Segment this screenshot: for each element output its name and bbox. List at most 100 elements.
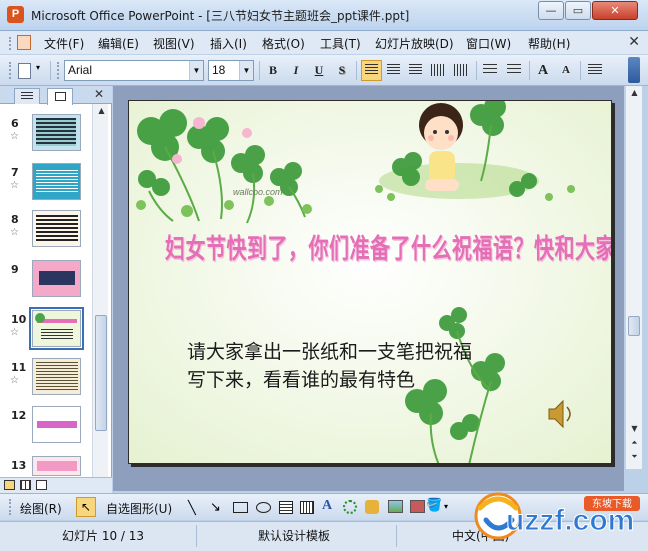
oval-icon[interactable] (256, 502, 271, 513)
toolbar-grip-icon (9, 62, 12, 79)
align-right-icon[interactable] (409, 64, 422, 76)
slide-scrollbar[interactable]: ▲ ▼ ⏶ ⏷ (625, 86, 642, 469)
chevron-down-icon[interactable]: ▼ (189, 61, 203, 80)
chevron-down-icon[interactable]: ▼ (239, 61, 253, 80)
menu-file[interactable]: 文件(F) (44, 35, 84, 52)
previous-slide-icon[interactable]: ⏶ (626, 436, 643, 450)
menu-insert[interactable]: 插入(I) (210, 35, 247, 52)
picture-icon[interactable] (388, 500, 403, 513)
fill-color-icon[interactable]: 🪣 (426, 498, 442, 513)
scrollbar-thumb[interactable] (95, 315, 107, 431)
toolbar-options-icon[interactable] (628, 57, 640, 83)
new-document-icon[interactable] (18, 63, 31, 79)
scroll-up-icon[interactable]: ▲ (626, 86, 643, 100)
design-template-status: 默认设计模板 (258, 529, 331, 543)
slide-icon (54, 92, 66, 101)
draw-menu-button[interactable]: 绘图(R) (20, 500, 62, 517)
scroll-down-icon[interactable]: ▼ (626, 422, 643, 436)
new-dropdown-icon[interactable]: ▾ (36, 63, 40, 72)
thumbnail-row[interactable]: 10 ☆ (0, 307, 92, 358)
image-icon[interactable] (410, 500, 425, 513)
scroll-up-icon[interactable]: ▲ (93, 104, 110, 118)
thumbnail-row[interactable]: 11 ☆ (0, 358, 92, 406)
slide-thumbnail[interactable] (32, 114, 81, 151)
scrollbar-thumb[interactable] (628, 316, 640, 336)
slide-thumbnail-selected[interactable] (29, 307, 84, 350)
underline-button[interactable]: U (310, 61, 328, 80)
restore-button[interactable]: ▭ (565, 1, 591, 20)
italic-button[interactable]: I (287, 61, 305, 80)
panel-scrollbar[interactable]: ▲ ▼ (92, 104, 108, 493)
select-arrow-icon[interactable]: ↖ (76, 497, 96, 517)
thumbnail-row[interactable]: 8 ☆ (0, 210, 92, 258)
autoshapes-menu-button[interactable]: 自选图形(U) (106, 500, 172, 517)
document-icon[interactable] (17, 35, 31, 50)
increase-indent-icon[interactable] (588, 64, 602, 76)
animation-star-icon: ☆ (10, 375, 19, 386)
slide-thumbnail[interactable] (32, 406, 81, 443)
animation-star-icon: ☆ (10, 131, 19, 142)
slide-number: 9 (11, 263, 19, 276)
slide-headline[interactable]: 妇女节快到了，你们准备了什么祝福语？快和大家分享吧！ (165, 227, 611, 266)
slide-thumbnail[interactable] (32, 358, 81, 395)
slide-number: 6 (11, 117, 19, 130)
slideshow-view-icon[interactable] (36, 480, 47, 490)
rectangle-icon[interactable] (233, 502, 248, 513)
menu-format[interactable]: 格式(O) (262, 35, 305, 52)
slide-thumbnail[interactable] (32, 456, 81, 476)
next-slide-icon[interactable]: ⏷ (626, 450, 643, 464)
menu-slideshow[interactable]: 幻灯片放映(D) (375, 35, 454, 52)
status-divider (196, 525, 197, 547)
minimize-button[interactable]: — (538, 1, 564, 20)
font-size-select[interactable]: 18 ▼ (208, 60, 254, 81)
decrease-font-button[interactable]: A (557, 61, 575, 80)
current-slide[interactable]: wallcoo.com 妇女节快到了，你们准备了什么祝福语？快和大家分享吧！ 请… (128, 100, 612, 464)
increase-font-button[interactable]: A (534, 61, 552, 80)
window-title: Microsoft Office PowerPoint - [三八节妇女节主题班… (31, 9, 410, 23)
close-document-icon[interactable]: ✕ (628, 34, 640, 50)
numbering-icon[interactable] (483, 64, 497, 76)
toolbar-grip-icon (57, 62, 60, 79)
slide-sorter-view-icon[interactable] (20, 480, 31, 490)
shadow-button[interactable]: S (333, 61, 351, 80)
slide-thumbnail[interactable] (32, 210, 81, 247)
textbox-icon[interactable] (279, 501, 293, 514)
tab-slides[interactable] (47, 88, 73, 105)
powerpoint-app-icon[interactable]: P (7, 6, 24, 23)
slide-body-line2[interactable]: 写下来，看看谁的最有特色 (187, 365, 415, 392)
normal-view-icon[interactable] (4, 480, 15, 490)
menu-edit[interactable]: 编辑(E) (98, 35, 139, 52)
slide-thumbnail[interactable] (32, 260, 81, 297)
line-icon[interactable]: ╲ (188, 501, 196, 516)
vertical-textbox-icon[interactable] (300, 501, 314, 514)
align-center-icon[interactable] (387, 64, 400, 76)
diagram-icon[interactable] (343, 500, 357, 514)
distributed-align-icon[interactable] (431, 64, 444, 76)
slide-number: 12 (11, 409, 27, 422)
thumbnail-row[interactable]: 7 ☆ (0, 163, 92, 211)
bullets-icon[interactable] (507, 64, 521, 76)
fill-dropdown-icon[interactable]: ▾ (444, 502, 448, 511)
vertical-text-icon[interactable] (454, 64, 468, 76)
bold-button[interactable]: B (264, 61, 282, 80)
wordart-icon[interactable]: A (322, 498, 332, 514)
panel-close-icon[interactable]: ✕ (94, 87, 104, 101)
thumbnail-row[interactable]: 6 ☆ (0, 114, 92, 162)
align-left-lines-icon (365, 64, 378, 76)
menu-view[interactable]: 视图(V) (153, 35, 195, 52)
arrow-icon[interactable]: ↘ (210, 500, 221, 515)
menu-tools[interactable]: 工具(T) (320, 35, 361, 52)
menu-help[interactable]: 帮助(H) (528, 35, 570, 52)
slide-number: 7 (11, 166, 19, 179)
close-button[interactable]: ✕ (592, 1, 638, 20)
menu-bar: 文件(F) 编辑(E) 视图(V) 插入(I) 格式(O) 工具(T) 幻灯片放… (0, 31, 648, 55)
clipart-icon[interactable] (365, 500, 379, 514)
tab-outline[interactable] (14, 88, 40, 104)
slide-thumbnail[interactable] (32, 163, 81, 200)
font-name-select[interactable]: Arial ▼ (64, 60, 204, 81)
thumbnail-row[interactable]: 12 (0, 406, 92, 454)
slide-body-line1[interactable]: 请大家拿出一张纸和一支笔把祝福 (187, 337, 472, 364)
thumbnail-row[interactable]: 9 (0, 260, 92, 308)
wallpaper-watermark: wallcoo.com (233, 187, 283, 197)
menu-window[interactable]: 窗口(W) (466, 35, 511, 52)
